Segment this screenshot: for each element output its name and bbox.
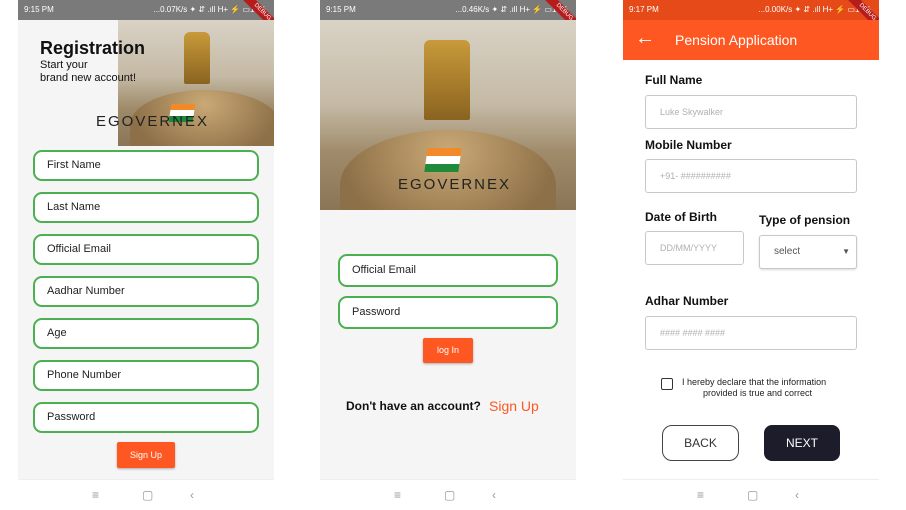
status-time: 9:17 PM xyxy=(629,5,659,14)
pension-type-value: select xyxy=(774,246,801,257)
password-field[interactable]: Password xyxy=(338,296,558,329)
system-navbar: ≡ ▢ ‹ xyxy=(320,479,576,510)
page-title: Registration xyxy=(40,38,146,58)
arrow-back-icon[interactable]: ← xyxy=(635,27,655,49)
adhar-number-input[interactable]: #### #### #### xyxy=(645,316,857,350)
official-email-field[interactable]: Official Email xyxy=(338,254,558,287)
back-icon[interactable]: ‹ xyxy=(492,488,496,502)
declaration-line2: provided is true and correct xyxy=(703,388,813,398)
menu-icon[interactable]: ≡ xyxy=(92,488,99,502)
home-icon[interactable]: ▢ xyxy=(444,488,455,502)
system-navbar: ≡ ▢ ‹ xyxy=(18,479,274,510)
full-name-input[interactable]: Luke Skywalker xyxy=(645,95,857,129)
back-icon[interactable]: ‹ xyxy=(795,488,799,502)
app-bar-title: Pension Application xyxy=(675,32,798,48)
emblem-statue xyxy=(424,40,470,120)
status-time: 9:15 PM xyxy=(24,5,54,14)
pension-application-screen: 9:17 PM ...0.00K/s ✦ ⇵ .ıll H+ ⚡ ▭13% DE… xyxy=(623,0,879,510)
password-field[interactable]: Password xyxy=(33,402,259,433)
first-name-field[interactable]: First Name xyxy=(33,150,259,181)
phone-number-field[interactable]: Phone Number xyxy=(33,360,259,391)
dob-input[interactable]: DD/MM/YYYY xyxy=(645,231,744,265)
back-button[interactable]: BACK xyxy=(662,425,739,461)
subtitle-line1: Start your xyxy=(40,59,88,71)
age-field[interactable]: Age xyxy=(33,318,259,349)
emblem-statue xyxy=(184,32,210,84)
menu-icon[interactable]: ≡ xyxy=(394,488,401,502)
next-button[interactable]: NEXT xyxy=(764,425,840,461)
full-name-label: Full Name xyxy=(645,73,703,87)
pension-type-select[interactable]: select ▼ xyxy=(759,235,857,269)
pension-type-label: Type of pension xyxy=(759,213,851,227)
official-email-field[interactable]: Official Email xyxy=(33,234,259,265)
mobile-number-label: Mobile Number xyxy=(645,138,732,152)
app-bar: ← Pension Application xyxy=(623,20,879,60)
status-bar: 9:17 PM ...0.00K/s ✦ ⇵ .ıll H+ ⚡ ▭13% DE… xyxy=(623,0,879,37)
log-in-button[interactable]: log In xyxy=(423,338,473,363)
last-name-field[interactable]: Last Name xyxy=(33,192,259,223)
mobile-number-input[interactable]: +91- ########## xyxy=(645,159,857,193)
brand-name: EGOVERNEX xyxy=(96,113,210,130)
sign-up-button[interactable]: Sign Up xyxy=(117,442,175,468)
dob-label: Date of Birth xyxy=(645,210,717,224)
back-icon[interactable]: ‹ xyxy=(190,488,194,502)
sign-up-link[interactable]: Sign Up xyxy=(489,398,539,414)
system-navbar: ≡ ▢ ‹ xyxy=(623,479,879,510)
declaration-checkbox[interactable] xyxy=(661,378,673,390)
status-time: 9:15 PM xyxy=(326,5,356,14)
menu-icon[interactable]: ≡ xyxy=(697,488,704,502)
adhar-number-label: Adhar Number xyxy=(645,294,729,308)
no-account-text: Don't have an account? xyxy=(346,399,481,413)
declaration-line1: I hereby declare that the information xyxy=(682,377,827,387)
status-bar: 9:15 PM ...0.46K/s ✦ ⇵ .ıll H+ ⚡ ▭13% DE… xyxy=(320,0,576,37)
subtitle-line2: brand new account! xyxy=(40,72,137,84)
home-icon[interactable]: ▢ xyxy=(142,488,153,502)
flag-icon xyxy=(424,148,462,172)
aadhar-number-field[interactable]: Aadhar Number xyxy=(33,276,259,307)
status-bar: 9:15 PM ...0.07K/s ✦ ⇵ .ıll H+ ⚡ ▭13% DE… xyxy=(18,0,274,37)
home-icon[interactable]: ▢ xyxy=(747,488,758,502)
registration-screen: 9:15 PM ...0.07K/s ✦ ⇵ .ıll H+ ⚡ ▭13% DE… xyxy=(18,0,274,510)
brand-name: EGOVERNEX xyxy=(398,176,512,193)
dropdown-arrow-icon: ▼ xyxy=(842,247,850,256)
login-screen: 9:15 PM ...0.46K/s ✦ ⇵ .ıll H+ ⚡ ▭13% DE… xyxy=(320,0,576,510)
